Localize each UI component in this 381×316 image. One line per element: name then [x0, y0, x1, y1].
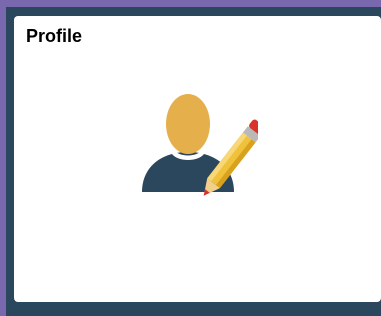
window-frame-top: [0, 0, 381, 7]
tile-title: Profile: [26, 26, 83, 46]
profile-tile[interactable]: Profile: [14, 16, 381, 302]
window-frame-left: [0, 0, 6, 316]
profile-edit-icon: [142, 94, 258, 196]
